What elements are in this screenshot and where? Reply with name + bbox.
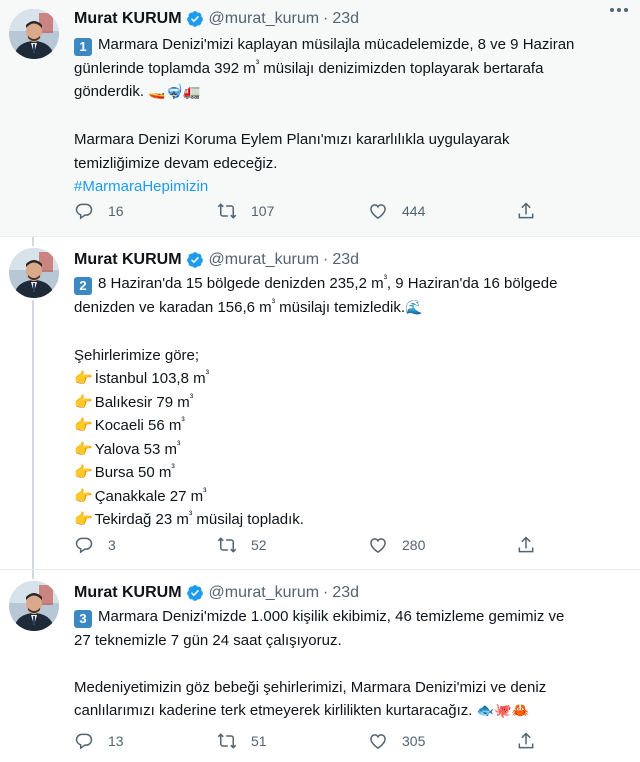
- retweet-icon: [217, 203, 237, 219]
- reply-icon: [75, 733, 93, 750]
- heart-icon: [370, 734, 386, 749]
- author-name[interactable]: Murat KURUM: [74, 251, 182, 269]
- more-options-icon[interactable]: [610, 3, 628, 17]
- like-button[interactable]: 280: [368, 533, 425, 557]
- number-badge-icon: 2: [74, 277, 92, 295]
- number-badge-icon: 3: [74, 610, 92, 628]
- tweet-1[interactable]: Murat KURUM @murat_kurum · 23d 1 Marmara …: [0, 0, 640, 236]
- tweet-actions: 13 51 305: [74, 729, 544, 753]
- reply-icon: [75, 537, 93, 554]
- tweet-header: Murat KURUM @murat_kurum · 23d: [74, 249, 630, 271]
- share-button[interactable]: [516, 199, 536, 223]
- timestamp[interactable]: 23d: [332, 584, 359, 602]
- city-line: 👉 Balıkesir 79 m³: [74, 392, 194, 411]
- pointing-hand-icon: 👉: [74, 369, 93, 387]
- tweet-2[interactable]: Murat KURUM @murat_kurum · 23d 28 Hazira…: [0, 236, 640, 569]
- pointing-hand-icon: 👉: [74, 463, 93, 481]
- avatar[interactable]: [9, 248, 59, 298]
- sea-creatures-emoji: 🐟🐙🦀: [476, 703, 529, 719]
- share-icon: [518, 202, 534, 219]
- wave-emoji: 🌊: [405, 299, 423, 316]
- retweet-button[interactable]: 51: [217, 729, 267, 753]
- avatar[interactable]: [9, 9, 59, 59]
- author-name[interactable]: Murat KURUM: [74, 584, 182, 602]
- pointing-hand-icon: 👉: [74, 486, 93, 505]
- like-button[interactable]: 444: [368, 199, 425, 223]
- city-line: 👉 Bursa 50 m³: [74, 463, 175, 481]
- author-handle[interactable]: @murat_kurum: [209, 584, 320, 602]
- retweet-icon: [217, 537, 237, 553]
- share-icon: [518, 536, 534, 553]
- city-line: 👉 Yalova 53 m³: [74, 439, 181, 458]
- author-handle[interactable]: @murat_kurum: [209, 10, 320, 28]
- verified-badge-icon: [186, 584, 204, 602]
- hashtag-link[interactable]: #MarmaraHepimizin: [74, 178, 208, 195]
- retweet-count: 52: [251, 537, 267, 553]
- like-count: 305: [402, 733, 426, 749]
- timestamp[interactable]: 23d: [332, 251, 359, 269]
- pointing-hand-icon: 👉: [74, 392, 93, 411]
- retweet-count: 107: [251, 203, 275, 219]
- tweet-text: 1 Marmara Denizi'mizi kaplayan müsilajla …: [74, 36, 575, 195]
- pointing-hand-icon: 👉: [74, 510, 93, 528]
- heart-icon: [370, 204, 386, 219]
- like-count: 280: [402, 537, 426, 553]
- reply-count: 16: [108, 203, 124, 219]
- tweet-header: Murat KURUM @murat_kurum · 23d: [74, 8, 630, 30]
- reply-icon: [75, 203, 93, 220]
- heart-icon: [370, 538, 386, 553]
- boat-snorkel-truck-emoji: 🚤🤿🚛: [148, 84, 201, 100]
- timestamp[interactable]: 23d: [332, 10, 359, 28]
- separator: ·: [323, 251, 329, 268]
- separator: ·: [323, 10, 329, 27]
- like-button[interactable]: 305: [368, 729, 425, 753]
- tweet-3[interactable]: Murat KURUM @murat_kurum · 23d 3 Marmara …: [0, 569, 640, 762]
- tweet-actions: 16 107 444: [74, 199, 544, 223]
- city-line: 👉 İstanbul 103,8 m³: [74, 369, 209, 387]
- author-name[interactable]: Murat KURUM: [74, 10, 182, 28]
- reply-count: 3: [108, 537, 116, 553]
- verified-badge-icon: [186, 10, 204, 28]
- separator: ·: [323, 584, 329, 601]
- tweet-actions: 3 52 280: [74, 533, 544, 557]
- share-button[interactable]: [516, 533, 536, 557]
- number-badge-icon: 1: [74, 38, 92, 56]
- avatar[interactable]: [9, 581, 59, 631]
- reply-button[interactable]: 3: [74, 533, 116, 557]
- reply-button[interactable]: 16: [74, 199, 124, 223]
- reply-count: 13: [108, 733, 124, 749]
- pointing-hand-icon: 👉: [74, 416, 93, 434]
- retweet-button[interactable]: 52: [217, 533, 267, 557]
- tweet-header: Murat KURUM @murat_kurum · 23d: [74, 582, 630, 604]
- retweet-count: 51: [251, 733, 267, 749]
- reply-button[interactable]: 13: [74, 729, 124, 753]
- share-icon: [518, 732, 534, 749]
- verified-badge-icon: [186, 251, 204, 269]
- share-button[interactable]: [516, 729, 536, 753]
- author-handle[interactable]: @murat_kurum: [209, 251, 320, 269]
- city-line: 👉 Tekirdağ 23 m³ müsilaj topladık.: [74, 510, 304, 528]
- retweet-icon: [217, 733, 237, 749]
- city-line: 👉 Çanakkale 27 m³: [74, 486, 207, 505]
- tweet-text: 3 Marmara Denizi'mizde 1.000 kişilik ekib…: [74, 608, 565, 719]
- city-line: 👉 Kocaeli 56 m³: [74, 416, 185, 434]
- tweet-text: 28 Haziran'da 15 bölgede denizden 235,2 …: [74, 272, 622, 532]
- retweet-button[interactable]: 107: [217, 199, 274, 223]
- pointing-hand-icon: 👉: [74, 439, 93, 458]
- like-count: 444: [402, 203, 426, 219]
